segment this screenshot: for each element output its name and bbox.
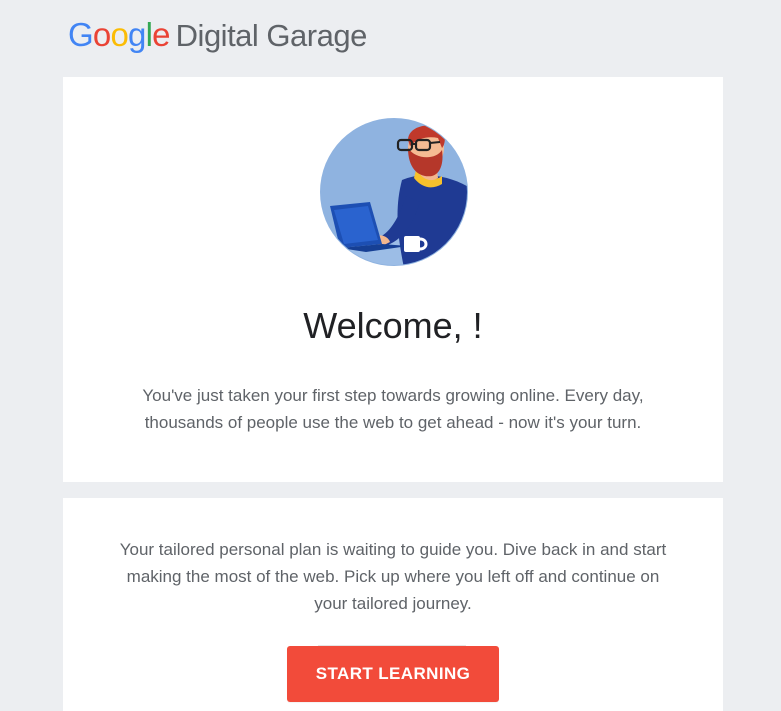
- logo-letter: e: [152, 16, 170, 53]
- intro-paragraph: You've just taken your first step toward…: [142, 386, 644, 432]
- plan-paragraph: Your tailored personal plan is waiting t…: [119, 540, 667, 613]
- google-wordmark: Google: [68, 14, 170, 56]
- welcome-card: Welcome, ! You've just taken your first …: [63, 77, 723, 482]
- product-name: Digital Garage: [175, 18, 368, 53]
- logo-letter: g: [128, 16, 146, 53]
- logo-letter: o: [92, 16, 111, 53]
- welcome-heading: Welcome, !: [303, 305, 483, 346]
- email-page: Google Digital Garage Welcome, ! You've …: [0, 0, 781, 711]
- logo-letter: G: [68, 16, 94, 53]
- person-with-laptop-illustration: [320, 118, 468, 266]
- logo-letter: o: [110, 16, 128, 53]
- google-digital-garage-logo[interactable]: Google Digital Garage: [68, 14, 367, 56]
- start-learning-button[interactable]: START LEARNING: [287, 646, 499, 702]
- personal-plan-card: Your tailored personal plan is waiting t…: [63, 498, 723, 711]
